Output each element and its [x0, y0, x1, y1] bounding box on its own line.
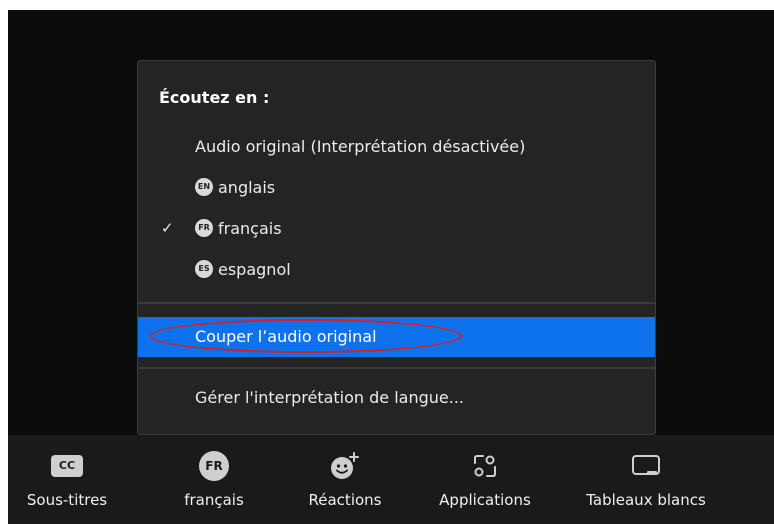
menu-divider [138, 367, 655, 369]
menu-item-label: Audio original (Interprétation désactivé… [195, 137, 526, 156]
meeting-toolbar: CC Sous-titres FR français Réactions App… [8, 435, 774, 524]
menu-item-spanish[interactable]: ES espagnol [138, 250, 655, 290]
toolbar-label: Sous-titres [26, 491, 108, 509]
language-badge-icon: ES [195, 260, 213, 278]
captions-button[interactable]: CC Sous-titres [8, 435, 126, 524]
meeting-stage: Écoutez en : Audio original (Interprétat… [8, 10, 774, 524]
interpretation-menu: Écoutez en : Audio original (Interprétat… [137, 60, 656, 435]
whiteboard-icon [630, 453, 662, 479]
menu-item-label: Couper l’audio original [195, 327, 377, 346]
fr-badge: FR [199, 451, 229, 481]
toolbar-label: Tableaux blancs [586, 491, 706, 509]
apps-icon [472, 453, 498, 479]
language-badge-icon: FR [195, 219, 213, 237]
menu-item-english[interactable]: EN anglais [138, 168, 655, 208]
menu-item-label: français [218, 219, 282, 238]
menu-heading: Écoutez en : [159, 88, 270, 107]
toolbar-label: Applications [439, 491, 531, 509]
reactions-button[interactable]: Réactions [290, 435, 400, 524]
checkmark-icon: ✓ [161, 219, 174, 237]
cc-badge: CC [51, 455, 83, 477]
whiteboards-button[interactable]: Tableaux blancs [566, 435, 726, 524]
toolbar-label: français [184, 491, 244, 509]
smiley-add-icon [328, 452, 362, 479]
menu-item-label: anglais [218, 178, 276, 197]
interpretation-button[interactable]: FR français [154, 435, 274, 524]
menu-item-french[interactable]: ✓ FR français [138, 209, 655, 249]
menu-divider [138, 302, 655, 304]
menu-item-label: Gérer l'interprétation de langue... [195, 388, 465, 407]
language-icon: FR [199, 451, 229, 481]
applications-button[interactable]: Applications [420, 435, 550, 524]
menu-item-manage-interpretation[interactable]: Gérer l'interprétation de langue... [138, 378, 655, 418]
captions-icon: CC [51, 453, 83, 479]
menu-item-mute-original-audio[interactable]: Couper l’audio original [138, 317, 655, 357]
language-badge-icon: EN [195, 178, 213, 196]
toolbar-label: Réactions [308, 491, 382, 509]
menu-item-original-audio[interactable]: Audio original (Interprétation désactivé… [138, 127, 655, 167]
menu-item-label: espagnol [218, 260, 291, 279]
